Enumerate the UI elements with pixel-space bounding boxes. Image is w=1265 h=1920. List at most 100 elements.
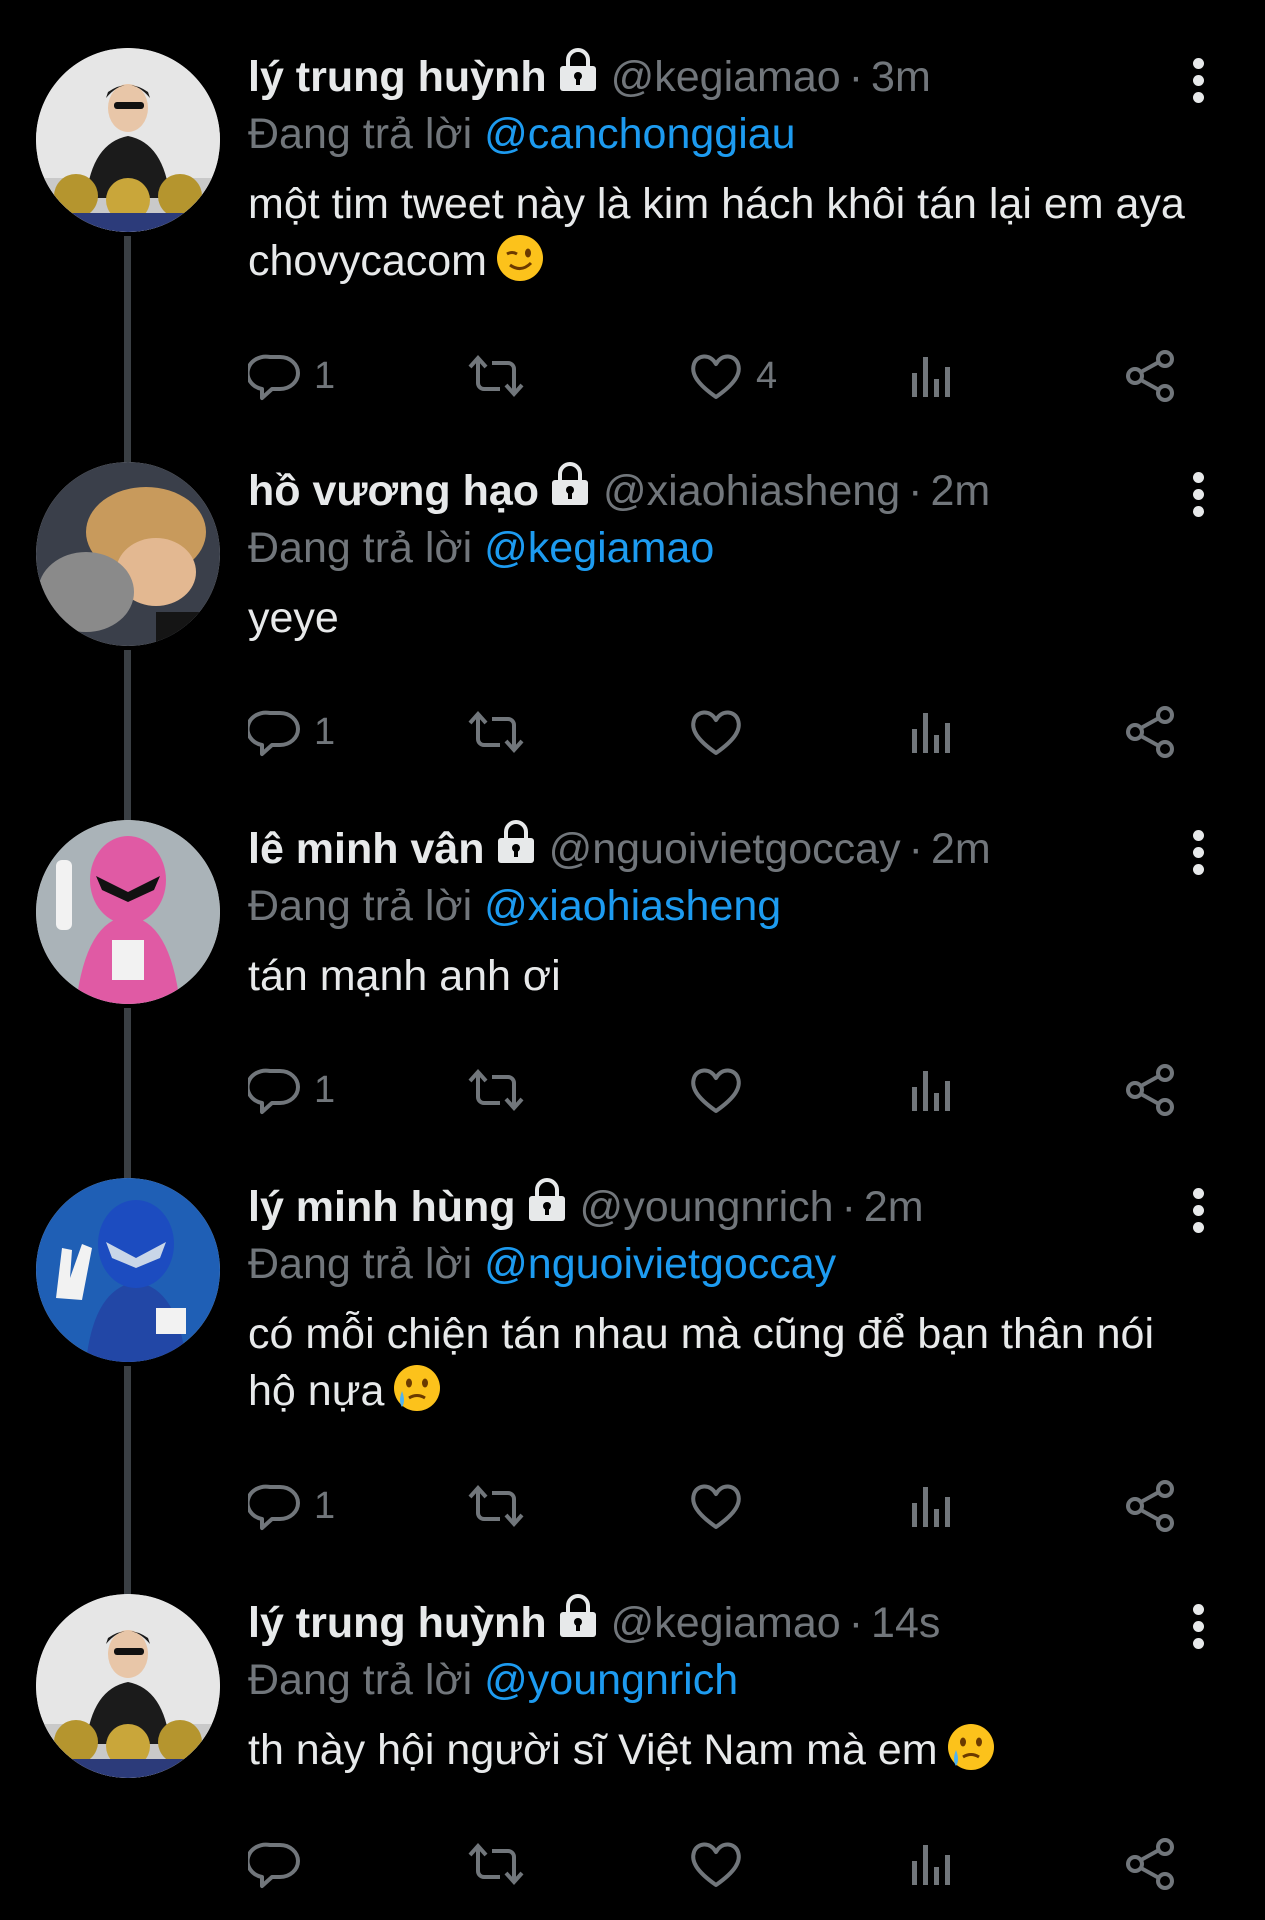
share-button[interactable] (1123, 346, 1179, 406)
separator: · (908, 825, 923, 873)
retweet-button[interactable] (466, 1476, 526, 1536)
like-button[interactable] (688, 1060, 756, 1120)
reply-button[interactable]: 1 (248, 702, 335, 762)
share-icon (1126, 1838, 1174, 1890)
tweet-text: tán mạnh anh ơi (248, 948, 1208, 1005)
share-button[interactable] (1123, 1060, 1179, 1120)
crying-smile-emoji (947, 1724, 994, 1770)
more-options-icon[interactable] (1193, 830, 1205, 876)
heart-icon (691, 710, 741, 755)
views-button[interactable] (906, 1060, 954, 1120)
timestamp[interactable]: 14s (871, 1595, 940, 1651)
tweet-text-body: tán mạnh anh ơi (248, 952, 561, 1000)
timestamp[interactable]: 2m (931, 821, 991, 877)
reply-mention[interactable]: @xiaohiasheng (484, 882, 781, 930)
avatar-image (36, 1594, 220, 1778)
reply-context: Đang trả lời @nguoivietgoccay (248, 1236, 1208, 1292)
handle[interactable]: @kegiamao (611, 1595, 841, 1651)
retweet-button[interactable] (466, 1834, 526, 1894)
views-button[interactable] (906, 346, 954, 406)
retweet-icon (468, 1842, 524, 1886)
more-options-icon[interactable] (1193, 1188, 1205, 1234)
views-button[interactable] (906, 1834, 954, 1894)
reply-mention[interactable]: @canchonggiau (484, 110, 795, 158)
handle[interactable]: @xiaohiasheng (603, 463, 900, 519)
share-button[interactable] (1123, 1476, 1179, 1536)
wink-emoji (496, 235, 543, 281)
display-name[interactable]: lê minh vân (248, 821, 485, 877)
avatar[interactable] (36, 820, 220, 1004)
tweet[interactable]: lý trung huỳnh @kegiamao · 3m Đang trả l… (0, 48, 1265, 506)
tweet-text: yeye (248, 590, 1208, 647)
more-options-icon[interactable] (1193, 1604, 1205, 1650)
reply-mention[interactable]: @nguoivietgoccay (484, 1240, 836, 1288)
lock-icon (557, 1594, 599, 1652)
reply-mention[interactable]: @kegiamao (484, 524, 714, 572)
reply-button[interactable]: 1 (248, 346, 335, 406)
handle[interactable]: @kegiamao (611, 49, 841, 105)
tweet-actions (248, 1834, 1208, 1894)
reply-icon (248, 1068, 300, 1114)
display-name[interactable]: lý trung huỳnh (248, 49, 547, 105)
retweet-icon (468, 1484, 524, 1528)
reply-context: Đang trả lời @kegiamao (248, 520, 1208, 576)
separator: · (848, 1599, 864, 1647)
timestamp[interactable]: 3m (871, 49, 931, 105)
avatar[interactable] (36, 48, 220, 232)
retweet-button[interactable] (466, 346, 526, 406)
reply-prefix: Đang trả lời (248, 1240, 473, 1288)
handle[interactable]: @nguoivietgoccay (549, 821, 901, 877)
tweet-actions: 1 (248, 702, 1208, 762)
lock-icon (495, 820, 537, 878)
reply-count: 1 (314, 354, 336, 397)
like-button[interactable] (688, 1476, 756, 1536)
tweet-actions: 1 (248, 1476, 1208, 1536)
share-icon (1126, 350, 1174, 402)
like-button[interactable] (688, 702, 756, 762)
like-button[interactable]: 4 (688, 346, 777, 406)
avatar[interactable] (36, 1178, 220, 1362)
reply-icon (248, 1842, 300, 1888)
retweet-icon (468, 710, 524, 754)
analytics-icon (912, 1845, 950, 1885)
retweet-button[interactable] (466, 1060, 526, 1120)
share-button[interactable] (1123, 702, 1179, 762)
lock-icon (549, 462, 591, 520)
reply-prefix: Đang trả lời (248, 110, 473, 158)
share-button[interactable] (1123, 1834, 1179, 1894)
reply-button[interactable]: 1 (248, 1476, 335, 1536)
avatar[interactable] (36, 462, 220, 646)
tweet[interactable]: lê minh vân @nguoivietgoccay · 2m Đang t… (0, 820, 1265, 1178)
heart-icon (691, 1068, 741, 1113)
crying-smile-emoji (394, 1365, 441, 1411)
reply-button[interactable] (248, 1834, 314, 1894)
share-icon (1126, 1064, 1174, 1116)
more-options-icon[interactable] (1193, 472, 1205, 518)
tweet[interactable]: lý trung huỳnh @kegiamao · 14s Đang trả … (0, 1594, 1265, 1914)
retweet-icon (468, 1068, 524, 1112)
reply-button[interactable]: 1 (248, 1060, 335, 1120)
tweet-text-body: th này hội người sĩ Việt Nam mà em (248, 1726, 938, 1774)
display-name[interactable]: lý minh hùng (248, 1179, 516, 1235)
display-name[interactable]: lý trung huỳnh (248, 1595, 547, 1651)
views-button[interactable] (906, 1476, 954, 1536)
separator: · (841, 1183, 856, 1231)
views-button[interactable] (906, 702, 954, 762)
retweet-icon (468, 354, 524, 398)
handle[interactable]: @youngnrich (580, 1179, 834, 1235)
retweet-button[interactable] (466, 702, 526, 762)
reply-mention[interactable]: @youngnrich (484, 1656, 738, 1704)
tweet[interactable]: lý minh hùng @youngnrich · 2m Đang trả l… (0, 1178, 1265, 1600)
display-name[interactable]: hồ vương hạo (248, 463, 539, 519)
more-options-icon[interactable] (1193, 58, 1205, 104)
timestamp[interactable]: 2m (930, 463, 990, 519)
separator: · (908, 467, 923, 515)
reply-context: Đang trả lời @xiaohiasheng (248, 878, 1208, 934)
avatar-image (36, 48, 220, 232)
like-button[interactable] (688, 1834, 756, 1894)
tweet[interactable]: hồ vương hạo @xiaohiasheng · 2m Đang trả… (0, 462, 1265, 820)
timestamp[interactable]: 2m (864, 1179, 924, 1235)
analytics-icon (912, 357, 950, 397)
avatar[interactable] (36, 1594, 220, 1778)
tweet-text: có mỗi chiện tán nhau mà cũng để bạn thâ… (248, 1306, 1208, 1420)
